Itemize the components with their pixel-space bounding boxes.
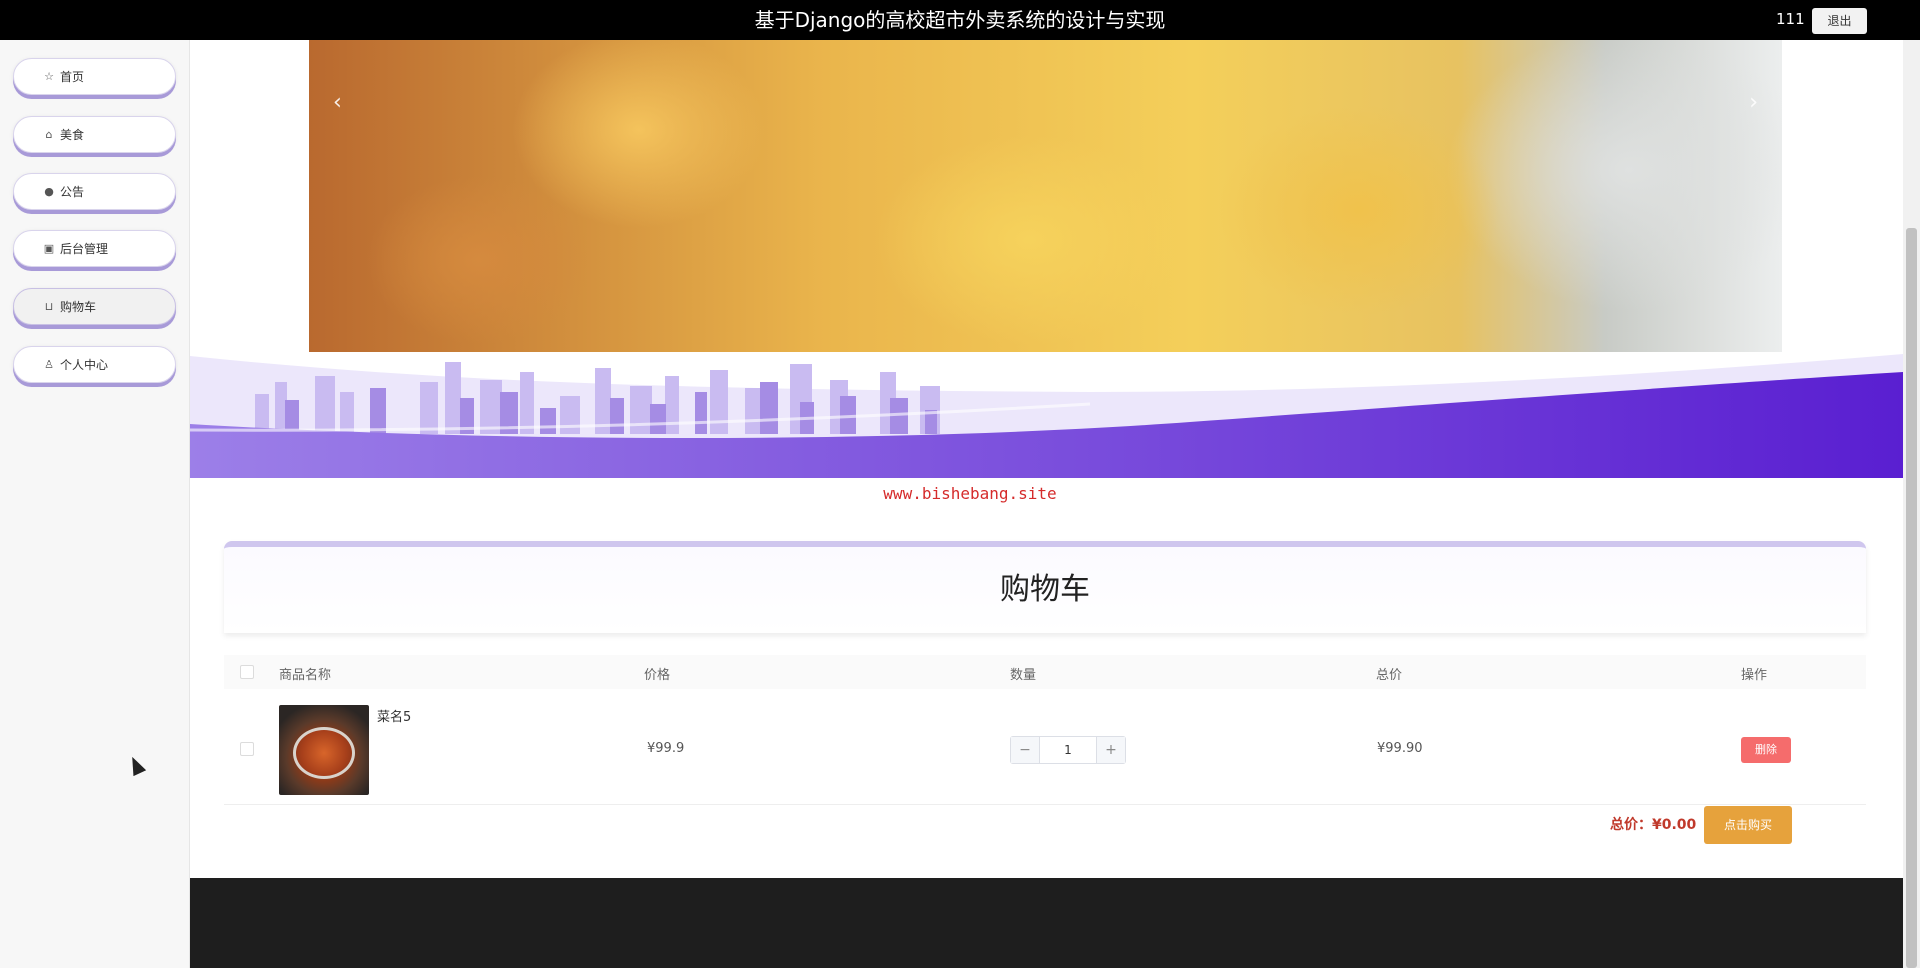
logout-button[interactable]: 退出 — [1812, 8, 1867, 34]
bag-icon: ⌂ — [45, 128, 53, 141]
buy-button[interactable]: 点击购买 — [1704, 806, 1792, 844]
username-label: 111 — [1776, 10, 1805, 28]
sidebar: ☆ 首页 ⌂ 美食 ● 公告 ▣ 后台管理 ⊔ 购物车 ♙ 个人中心 — [0, 40, 190, 968]
column-header-total: 总价 — [1376, 668, 1403, 683]
sidebar-item-label: 个人中心 — [60, 358, 109, 372]
product-name: 菜名5 — [377, 710, 412, 725]
top-bar: 基于Django的高校超市外卖系统的设计与实现 111 退出 — [0, 0, 1920, 40]
sidebar-item-label: 后台管理 — [60, 242, 109, 256]
row-total: ¥99.90 — [1377, 741, 1423, 756]
info-icon: ● — [44, 185, 54, 198]
select-all-checkbox[interactable] — [240, 665, 254, 679]
sidebar-item-label: 美食 — [60, 128, 85, 142]
sidebar-item-label: 首页 — [60, 70, 85, 84]
city-skyline-decoration — [190, 354, 1903, 478]
row-checkbox[interactable] — [240, 742, 254, 756]
cart-title: 购物车 — [1000, 572, 1090, 607]
table-row: 菜名5 ¥99.9 − 1 + ¥99.90 删除 — [224, 693, 1866, 805]
carousel-prev-icon[interactable]: ‹ — [333, 90, 342, 115]
decrement-button[interactable]: − — [1011, 737, 1039, 763]
carousel-next-icon[interactable]: › — [1749, 90, 1758, 115]
sidebar-item-label: 公告 — [60, 185, 85, 199]
sidebar-item-label: 购物车 — [60, 300, 97, 314]
cart-icon: ⊔ — [44, 300, 54, 313]
cart-total-label: 总价： — [1610, 817, 1652, 833]
cart-total: 总价：¥0.00 — [1610, 814, 1696, 834]
briefcase-icon: ▣ — [43, 242, 55, 255]
cart-table-header: 商品名称 价格 数量 总价 操作 — [224, 655, 1866, 689]
cart-panel-header: 购物车 — [224, 541, 1866, 633]
sidebar-item-food[interactable]: ⌂ 美食 — [13, 116, 176, 153]
column-header-name: 商品名称 — [279, 668, 332, 683]
quantity-value[interactable]: 1 — [1039, 737, 1097, 763]
site-url-text: www.bishebang.site — [883, 484, 1057, 503]
sidebar-item-admin[interactable]: ▣ 后台管理 — [13, 230, 176, 267]
user-icon: ♙ — [44, 358, 54, 371]
banner-carousel[interactable]: ‹ › — [309, 40, 1782, 352]
star-icon: ☆ — [44, 70, 54, 83]
quantity-stepper[interactable]: − 1 + — [1010, 736, 1126, 764]
column-header-actions: 操作 — [1741, 668, 1768, 683]
delete-button[interactable]: 删除 — [1741, 737, 1791, 763]
cart-total-value: ¥0.00 — [1652, 817, 1697, 833]
product-price: ¥99.9 — [647, 741, 685, 756]
app-title: 基于Django的高校超市外卖系统的设计与实现 — [754, 8, 1166, 32]
sidebar-item-home[interactable]: ☆ 首页 — [13, 58, 176, 95]
scrollbar-thumb[interactable] — [1906, 228, 1917, 968]
sidebar-item-profile[interactable]: ♙ 个人中心 — [13, 346, 176, 383]
footer — [190, 878, 1903, 968]
page-scrollbar[interactable] — [1903, 40, 1920, 968]
product-image — [279, 705, 369, 795]
column-header-quantity: 数量 — [1010, 668, 1037, 683]
column-header-price: 价格 — [644, 668, 671, 683]
sidebar-item-cart[interactable]: ⊔ 购物车 — [13, 288, 176, 325]
sidebar-item-announcements[interactable]: ● 公告 — [13, 173, 176, 210]
increment-button[interactable]: + — [1097, 737, 1125, 763]
